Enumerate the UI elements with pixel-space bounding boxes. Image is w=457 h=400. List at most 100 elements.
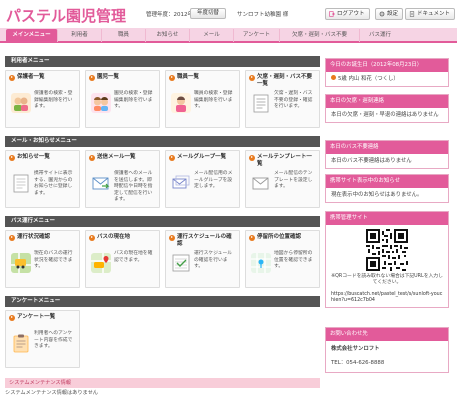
arrow-icon — [331, 75, 336, 80]
template-icon — [252, 177, 269, 190]
card-title: 運行状況確認 — [17, 234, 51, 240]
bus-status-card[interactable]: 運行状況確認 現在のバスの運行状況を確認できます。 — [5, 230, 80, 288]
tab-survey[interactable]: アンケート — [234, 29, 280, 42]
bus-none-box: 本日のバス不要連絡 本日のバス不要連絡はありません — [325, 140, 449, 169]
bus-none-title: 本日のバス不要連絡 — [326, 141, 448, 154]
card-description: メール配信のテンプレートを設定します。 — [274, 171, 313, 189]
birthday-text[interactable]: 5歳 内山 和花（つくし） — [338, 76, 399, 82]
absence-list-card[interactable]: 欠席・遅刻・バス不要一覧 欠席・遅刻・バス不要の登録・確認を行います。 — [245, 70, 320, 128]
bus-location-card[interactable]: バスの現在地 バスの現在地を確認できます。 — [85, 230, 160, 288]
birthday-body: 5歳 内山 和花（つくし） — [326, 72, 448, 86]
notices-list-card[interactable]: お知らせ一覧 携帯サイトに表示する、園児からのお知らせに登録します。 — [5, 150, 80, 208]
survey-section-header: アンケートメニュー — [5, 296, 320, 307]
arrow-icon — [89, 74, 95, 81]
card-title: 園児一覧 — [97, 74, 120, 80]
card-description: 利用者へのアンケート内容を作成できます。 — [34, 331, 73, 349]
children-icon — [91, 93, 111, 113]
tab-main-menu[interactable]: メインメニュー — [6, 29, 58, 42]
card-title: バスの現在地 — [97, 234, 131, 240]
bus-location-icon — [91, 253, 111, 273]
year-switch-button[interactable]: 年度切替 — [190, 8, 227, 19]
bus-cards: 運行状況確認 現在のバスの運行状況を確認できます。 バスの現在地 バスの現在地を… — [5, 230, 320, 288]
card-description: メール配信用のメールグループを設定します。 — [194, 171, 233, 189]
children-list-card[interactable]: 園児一覧 園児の検索・登録編集削除を行います。 — [85, 70, 160, 128]
mail-group-icon — [172, 175, 190, 189]
map-icon — [251, 253, 271, 273]
schedule-icon — [172, 254, 190, 272]
bus-stop-card[interactable]: 停留所の位置確認 地図から停留所の位置を確認できます。 — [245, 230, 320, 288]
send-mail-icon — [92, 177, 110, 190]
survey-icon — [13, 334, 29, 353]
logout-label: ログアウト — [337, 11, 365, 17]
bus-schedule-card[interactable]: 運行スケジュールの確認 運行スケジュールの確認を行います。 — [165, 230, 240, 288]
mail-cards: お知らせ一覧 携帯サイトに表示する、園児からのお知らせに登録します。 送信メール… — [5, 150, 320, 208]
card-description: 現在のバスの運行状況を確認できます。 — [34, 251, 73, 269]
parents-icon — [11, 93, 31, 113]
users-cards: 保護者一覧 保護者の検索・登録編集削除を行います。 園児一覧 園児の検索・登録編… — [5, 70, 320, 128]
survey-list-card[interactable]: アンケート一覧 利用者へのアンケート内容を作成できます。 — [5, 310, 80, 368]
maintenance-body: システムメンテナンス情報はありません — [5, 390, 98, 396]
logo-text: パステル園児管理 — [6, 7, 127, 25]
mobile-site-url[interactable]: https://buscatch.net/pastel_test/s/sunlo… — [326, 290, 448, 308]
mail-section-header: メール・お知らせメニュー — [5, 136, 320, 147]
birthday-box: 今日のお誕生日（2012年08月23日） 5歳 内山 和花（つくし） — [325, 58, 449, 87]
card-title: 停留所の位置確認 — [257, 234, 302, 240]
tab-bus[interactable]: バス運行 — [360, 29, 400, 42]
arrow-icon — [89, 234, 95, 241]
card-title: お知らせ一覧 — [17, 154, 50, 160]
settings-label: 設定 — [387, 11, 399, 17]
logout-button[interactable]: ログアウト — [325, 8, 370, 20]
maintenance-header: システムメンテナンス情報 — [5, 378, 320, 388]
arrow-icon — [249, 74, 255, 81]
card-description: 園児の検索・登録編集削除を行います。 — [114, 91, 153, 109]
tab-users[interactable]: 利用者 — [58, 29, 102, 42]
header: パステル園児管理 管理年度：2012年度 年度切替 サンロフト幼稚園 様 ログア… — [0, 0, 457, 28]
card-description: バスの現在地を確認できます。 — [114, 251, 153, 263]
arrow-icon — [9, 154, 15, 161]
documents-label: ドキュメント — [417, 11, 451, 17]
notice-box: 携帯サイト表示中のお知らせ 現在表示中のお知らせはありません。 — [325, 174, 449, 203]
card-title: 欠席・遅刻・バス不要一覧 — [257, 74, 313, 87]
documents-button[interactable]: ドキュメント — [405, 8, 456, 20]
mail-group-card[interactable]: メールグループ一覧 メール配信用のメールグループを設定します。 — [165, 150, 240, 208]
arrow-icon — [9, 234, 15, 241]
gear-icon — [379, 11, 385, 17]
contact-title: お問い合わせ先 — [326, 328, 448, 341]
card-description: 地図から停留所の位置を確認できます。 — [274, 251, 313, 269]
qr-code-icon — [366, 229, 408, 271]
card-description: 保護者へのメールを送信します。即時配信や日時を指定して配信を行います。 — [114, 171, 153, 202]
contact-box: お問い合わせ先 株式会社サンロフト TEL：054-626-8888 — [325, 327, 449, 373]
tab-notices[interactable]: お知らせ — [146, 29, 190, 42]
mail-template-card[interactable]: メールテンプレート一覧 メール配信のテンプレートを設定します。 — [245, 150, 320, 208]
bus-none-body: 本日のバス不要連絡はありません — [331, 158, 412, 164]
card-description: 運行スケジュールの確認を行います。 — [194, 251, 233, 269]
survey-cards: アンケート一覧 利用者へのアンケート内容を作成できます。 — [5, 310, 320, 368]
document-icon — [409, 11, 415, 17]
absence-box: 本日の欠席・遅刻連絡 本日の欠席・遅刻・早退の連絡はありません — [325, 94, 449, 123]
card-title: 運行スケジュールの確認 — [177, 234, 232, 247]
arrow-icon — [249, 234, 255, 241]
card-description: 保護者の検索・登録編集削除を行います。 — [34, 91, 73, 109]
notice-body: 現在表示中のお知らせはありません。 — [331, 192, 423, 198]
arrow-icon — [249, 154, 255, 161]
settings-button[interactable]: 設定 — [375, 8, 404, 20]
bus-section-header: バス運行メニュー — [5, 216, 320, 227]
parents-list-card[interactable]: 保護者一覧 保護者の検索・登録編集削除を行います。 — [5, 70, 80, 128]
arrow-icon — [9, 74, 15, 81]
tab-mail[interactable]: メール — [190, 29, 234, 42]
document-icon — [253, 94, 269, 113]
sent-mail-card[interactable]: 送信メール一覧 保護者へのメールを送信します。即時配信や日時を指定して配信を行い… — [85, 150, 160, 208]
users-section-header: 利用者メニュー — [5, 56, 320, 67]
tab-absence[interactable]: 欠席・遅刻・バス不要 — [280, 29, 360, 42]
staff-list-card[interactable]: 職員一覧 職員の検索・登録編集削除を行います。 — [165, 70, 240, 128]
app-logo[interactable]: パステル園児管理 — [6, 5, 126, 26]
arrow-icon — [89, 154, 95, 161]
notice-icon — [13, 174, 29, 193]
bus-status-icon — [11, 253, 31, 273]
tab-staff[interactable]: 職員 — [102, 29, 146, 42]
card-title: 職員一覧 — [177, 74, 200, 80]
card-description: 職員の検索・登録編集削除を行います。 — [194, 91, 233, 109]
card-description: 欠席・遅刻・バス不要の登録・確認を行います。 — [274, 91, 313, 109]
user-name: サンロフト幼稚園 様 — [237, 12, 289, 18]
logout-icon — [329, 11, 335, 17]
